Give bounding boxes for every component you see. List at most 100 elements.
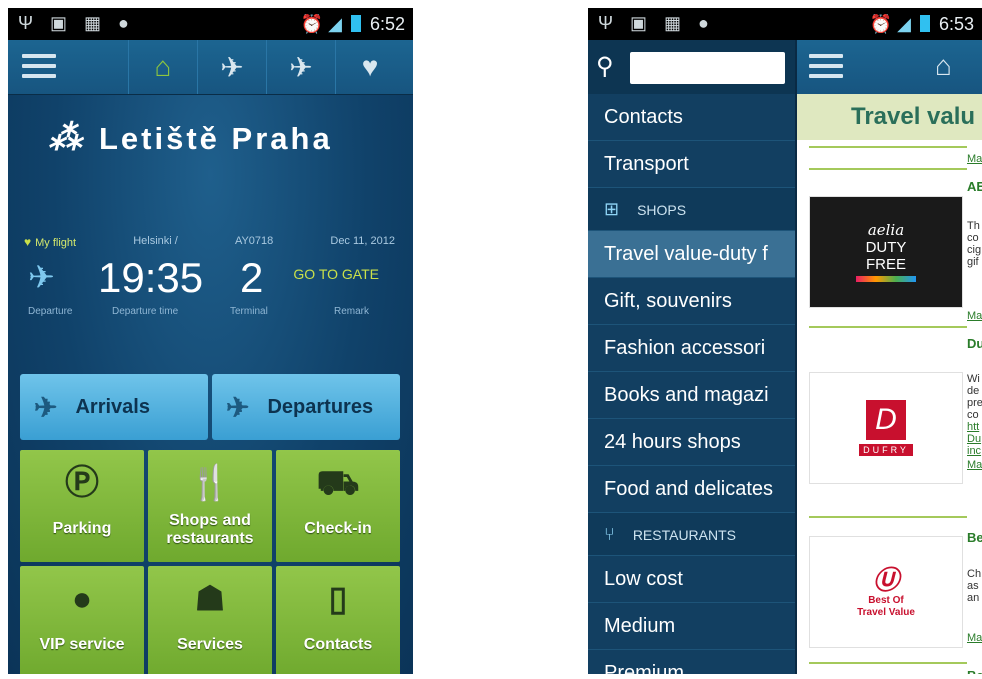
shop-link[interactable]: htt — [967, 421, 979, 433]
status-bar: Ψ ▣ ▦ ● ⏰ ◢ 6:52 — [8, 8, 413, 40]
label-remark: Remark — [334, 306, 370, 317]
more-link[interactable]: Ma — [967, 632, 982, 644]
departure-time: 19:35 — [98, 254, 204, 301]
home-icon[interactable]: ⌂ — [128, 40, 197, 94]
flight-number: AY0718 — [234, 235, 274, 247]
divider — [809, 326, 967, 328]
person-icon: ● — [71, 580, 93, 618]
content-pane: ⌂ Travel valu Ma AE aelia DUTY FREE Th c… — [795, 40, 982, 674]
contacts-tile[interactable]: ▯ Contacts — [276, 566, 400, 674]
aelia-duty-free-logo[interactable]: aelia DUTY FREE — [809, 196, 963, 308]
flight-info-row[interactable]: ♥ My flight Helsinki / AY0718 Dec 11, 201… — [24, 235, 395, 249]
divider — [809, 146, 967, 148]
arrivals-plane-icon[interactable]: ✈ — [197, 40, 266, 94]
divider — [809, 662, 967, 664]
heart-icon: ♥ — [24, 235, 32, 249]
drawer-list: Contacts Transport ⊞ SHOPS Travel value-d… — [588, 94, 795, 674]
services-tile[interactable]: ☗ Services — [148, 566, 272, 674]
label-terminal: Terminal — [230, 306, 268, 317]
divider — [809, 168, 967, 170]
shop-name: Du — [967, 336, 982, 351]
right-phone-screen: Ψ ▣ ▦ ● ⏰ ◢ 6:53 ⚲ Contacts Transport ⊞ S… — [588, 8, 982, 674]
logo-mark-icon: ⁂ — [48, 119, 85, 157]
vip-service-tile[interactable]: ● VIP service — [20, 566, 144, 674]
drawer-item-24-hours[interactable]: 24 hours shops — [588, 419, 795, 466]
clock: 6:52 — [369, 14, 405, 34]
shops-restaurants-tile[interactable]: 🍴 Shops and restaurants — [148, 450, 272, 562]
best-of-travel-value-logo[interactable]: Ⓤ Best Of Travel Value — [809, 536, 963, 648]
shop-description: Ch as an — [967, 568, 982, 604]
drawer-search-bar: ⚲ — [588, 40, 795, 94]
notification-icons: Ψ ▣ ▦ ● — [18, 13, 135, 33]
flight-date: Dec 11, 2012 — [330, 235, 395, 247]
shop-link[interactable]: inc — [967, 445, 981, 457]
more-link[interactable]: Ma — [967, 459, 982, 471]
drawer-item-low-cost[interactable]: Low cost — [588, 556, 795, 603]
phone-icon: ▯ — [328, 580, 348, 618]
navigation-drawer: ⚲ Contacts Transport ⊞ SHOPS Travel value… — [588, 40, 795, 674]
label-departure-time: Departure time — [112, 306, 179, 317]
signal-icon: ◢ — [328, 14, 342, 34]
favorites-heart-icon[interactable]: ♥ — [335, 40, 404, 94]
dufry-mark-icon: D — [866, 400, 906, 440]
content-action-bar: ⌂ — [797, 40, 982, 94]
gift-icon: ⊞ — [604, 199, 620, 219]
more-link[interactable]: Ma — [967, 153, 982, 165]
luggage-cart-icon: ⛟ — [316, 464, 360, 502]
drawer-item-transport[interactable]: Transport — [588, 141, 795, 188]
drawer-item-premium[interactable]: Premium — [588, 650, 795, 674]
drawer-item-gift-souvenirs[interactable]: Gift, souvenirs — [588, 278, 795, 325]
section-header-shops: ⊞ SHOPS — [588, 188, 795, 231]
left-phone-screen: Ψ ▣ ▦ ● ⏰ ◢ 6:52 ⌂ ✈ ✈ ♥ ⁂ Letiště Praha … — [8, 8, 413, 674]
arrivals-button[interactable]: ✈ Arrivals — [20, 374, 208, 440]
dufry-logo[interactable]: D DUFRY — [809, 372, 963, 484]
drawer-item-fashion[interactable]: Fashion accessori — [588, 325, 795, 372]
flight-remark: GO TO GATE — [293, 266, 379, 282]
flight-status-row: ✈ 19:35 2 GO TO GATE — [28, 254, 395, 301]
page-title: Travel valu — [797, 94, 982, 140]
service-desk-icon: ☗ — [194, 580, 226, 618]
arrivals-plane-icon: ✈ — [34, 391, 58, 423]
menu-icon[interactable] — [22, 54, 56, 84]
shops-restaurants-icon: 🍴 — [188, 464, 232, 502]
action-bar: ⌂ ✈ ✈ ♥ — [8, 40, 413, 95]
fork-knife-icon: ⑂ — [604, 524, 615, 544]
alarm-icon: ⏰ — [300, 14, 324, 34]
parking-tile[interactable]: Ⓟ Parking — [20, 450, 144, 562]
departures-plane-icon[interactable]: ✈ — [266, 40, 335, 94]
departure-plane-icon: ✈ — [28, 259, 55, 295]
departures-plane-icon: ✈ — [226, 391, 250, 423]
shop-description: Th co cig gif — [967, 220, 982, 268]
home-icon[interactable]: ⌂ — [935, 50, 952, 82]
best-of-mark-icon: Ⓤ — [872, 565, 899, 595]
drawer-item-medium[interactable]: Medium — [588, 603, 795, 650]
divider — [809, 516, 967, 518]
battery-icon — [919, 15, 930, 32]
shop-name: Be — [967, 668, 982, 674]
more-link[interactable]: Ma — [967, 310, 982, 322]
shop-description: Wi de pre co — [967, 373, 982, 421]
shop-name: Be — [967, 530, 982, 545]
drawer-item-contacts[interactable]: Contacts — [588, 94, 795, 141]
clock: 6:53 — [938, 14, 974, 34]
search-icon[interactable]: ⚲ — [596, 52, 614, 81]
logo-text: Letiště Praha — [99, 121, 333, 156]
drawer-item-books[interactable]: Books and magazi — [588, 372, 795, 419]
shop-name: AE — [967, 179, 982, 194]
shop-link[interactable]: Du — [967, 433, 981, 445]
drawer-item-travel-value[interactable]: Travel value-duty f — [588, 231, 795, 278]
parking-icon: Ⓟ — [65, 464, 99, 502]
my-flight-label: My flight — [35, 237, 77, 249]
search-input[interactable] — [630, 52, 785, 84]
drawer-item-food[interactable]: Food and delicates — [588, 466, 795, 513]
check-in-tile[interactable]: ⛟ Check-in — [276, 450, 400, 562]
flight-destination: Helsinki / — [133, 235, 178, 247]
notification-icons: Ψ ▣ ▦ ● — [598, 13, 715, 33]
airport-logo: ⁂ Letiště Praha — [48, 118, 333, 158]
departures-button[interactable]: ✈ Departures — [212, 374, 400, 440]
alarm-icon: ⏰ — [869, 14, 893, 34]
label-departure: Departure — [28, 306, 73, 317]
menu-icon[interactable] — [809, 54, 843, 84]
section-header-restaurants: ⑂ RESTAURANTS — [588, 513, 795, 556]
battery-icon — [350, 15, 361, 32]
